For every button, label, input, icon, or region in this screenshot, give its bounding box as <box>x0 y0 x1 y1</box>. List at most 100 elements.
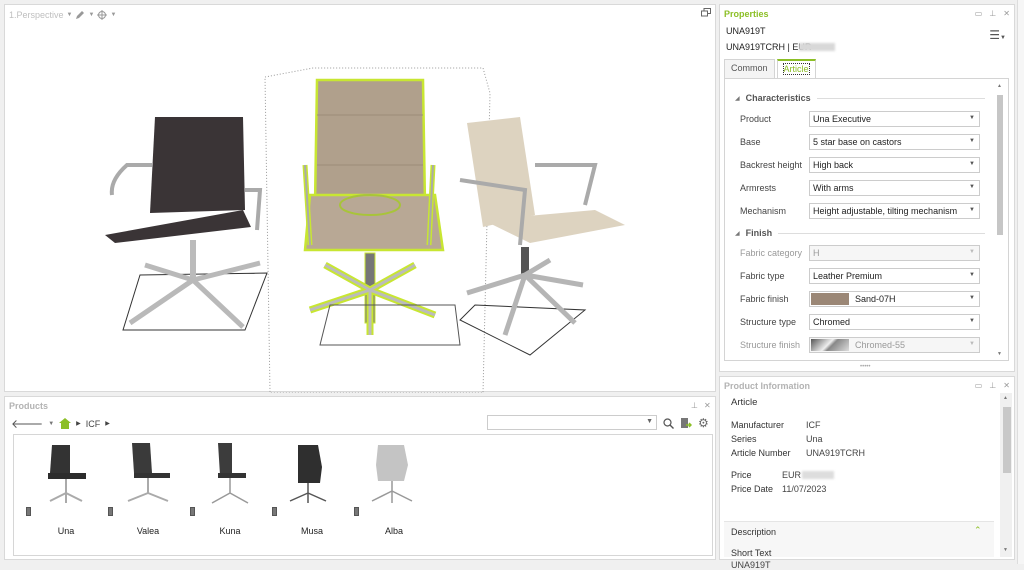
property-row-structure-type: Structure type Chromed ▼ <box>740 314 980 330</box>
search-icon[interactable] <box>663 417 674 429</box>
product-item[interactable]: Una <box>26 439 106 544</box>
property-row-structure-finish: Structure finish Chromed-55 ▼ <box>740 337 980 353</box>
close-icon[interactable]: ✕ <box>1003 9 1010 18</box>
maximize-icon[interactable]: ▭ <box>975 9 983 18</box>
price-date-label: Price Date <box>731 484 774 494</box>
product-information-body: Article Manufacturer ICF Series Una Arti… <box>724 393 1012 570</box>
hamburger-menu-icon[interactable]: ☰▼ <box>989 28 1006 42</box>
description-section: Description ⌃ Short Text <box>724 521 994 558</box>
property-row-backrest: Backrest height High back ▼ <box>740 157 980 173</box>
product-label: Kuna <box>219 526 241 536</box>
catalog-book-icon <box>190 507 195 516</box>
splitter-handle[interactable]: ••••• <box>860 364 871 370</box>
chevron-down-icon: ▼ <box>969 138 975 144</box>
product-information-panel: Product Information ▭ ⊥ ✕ Article Manufa… <box>719 376 1015 570</box>
armrests-select[interactable]: With arms ▼ <box>809 180 980 196</box>
product-item[interactable]: Alba <box>354 439 434 544</box>
close-icon[interactable]: ✕ <box>704 401 711 410</box>
property-row-product: Product Una Executive ▼ <box>740 111 980 127</box>
collapse-triangle-icon: ◢ <box>735 95 740 102</box>
breadcrumb-separator-icon[interactable]: ▶ <box>105 420 110 427</box>
property-row-base: Base 5 star base on castors ▼ <box>740 134 980 150</box>
section-characteristics[interactable]: ◢ Characteristics <box>735 93 985 103</box>
tab-article[interactable]: Article <box>776 59 816 78</box>
products-panel: Products ⊥ ✕ 🡐 ▼ ▶ ICF ▶ ▼ ⚙ Una Valea K… <box>4 396 716 560</box>
breadcrumb: 🡐 ▼ ▶ ICF ▶ <box>11 416 110 431</box>
catalog-book-icon <box>354 507 359 516</box>
pin-icon[interactable]: ⊥ <box>989 9 996 18</box>
properties-scrollbar[interactable]: ▲ ▼ <box>997 83 1003 357</box>
chevron-down-icon[interactable]: ▼ <box>646 418 653 425</box>
back-arrow-icon[interactable]: 🡐 <box>11 416 43 431</box>
close-icon[interactable]: ✕ <box>1003 381 1010 390</box>
chevron-up-icon[interactable]: ⌃ <box>974 525 982 536</box>
price-redacted <box>802 471 834 479</box>
chevron-down-icon: ▼ <box>969 161 975 167</box>
home-icon[interactable] <box>59 418 72 429</box>
pin-icon[interactable]: ⊥ <box>989 381 996 390</box>
mechanism-select[interactable]: Height adjustable, tilting mechanism ▼ <box>809 203 980 219</box>
product-label: Alba <box>384 526 403 536</box>
chair-selected[interactable] <box>302 78 461 346</box>
property-row-fabric-finish: Fabric finish Sand-07H ▼ <box>740 291 980 307</box>
chevron-down-icon[interactable]: ▼ <box>48 421 54 427</box>
pin-icon[interactable]: ⊥ <box>691 401 698 410</box>
collapse-triangle-icon: ◢ <box>735 230 740 237</box>
chevron-down-icon: ▼ <box>969 341 975 347</box>
scroll-down-icon: ▼ <box>1003 547 1008 553</box>
base-select[interactable]: 5 star base on castors ▼ <box>809 134 980 150</box>
short-text-value: UNA919T <box>731 560 771 570</box>
description-header[interactable]: Description <box>731 527 776 537</box>
chevron-down-icon: ▼ <box>969 272 975 278</box>
property-row-mechanism: Mechanism Height adjustable, tilting mech… <box>740 203 980 219</box>
chair-left[interactable] <box>105 117 268 331</box>
breadcrumb-item[interactable]: ICF <box>86 419 101 429</box>
product-thumbnails: Una Valea Kuna Musa Alba <box>13 434 713 556</box>
scroll-up-icon: ▲ <box>997 83 1002 89</box>
field-label: Series <box>731 434 757 444</box>
chevron-down-icon: ▼ <box>969 184 975 190</box>
field-value: UNA919TCRH <box>806 448 866 458</box>
gear-icon[interactable]: ⚙ <box>698 416 709 430</box>
chevron-down-icon: ▼ <box>969 115 975 121</box>
product-label: Una <box>57 526 75 536</box>
catalog-book-icon <box>26 507 31 516</box>
chevron-down-icon: ▼ <box>969 207 975 213</box>
properties-title: Properties <box>724 9 769 19</box>
section-finish[interactable]: ◢ Finish <box>735 228 985 238</box>
scroll-up-icon: ▲ <box>1003 395 1008 401</box>
property-row-fabric-category: Fabric category H ▼ <box>740 245 980 261</box>
product-label: Musa <box>300 526 323 536</box>
product-label: Valea <box>136 526 160 536</box>
chevron-down-icon: ▼ <box>969 318 975 324</box>
field-label: Manufacturer <box>731 420 785 430</box>
product-select[interactable]: Una Executive ▼ <box>809 111 980 127</box>
product-item[interactable]: Valea <box>108 439 188 544</box>
product-item[interactable]: Kuna <box>190 439 270 544</box>
catalog-book-icon <box>272 507 277 516</box>
product-item[interactable]: Musa <box>272 439 352 544</box>
property-row-fabric-type: Fabric type Leather Premium ▼ <box>740 268 980 284</box>
properties-panel: Properties ▭ ⊥ ✕ UNA919T UNA919TCRH | EU… <box>719 4 1015 372</box>
maximize-icon[interactable]: ▭ <box>975 381 983 390</box>
fabric-type-select[interactable]: Leather Premium ▼ <box>809 268 980 284</box>
properties-grid: ◢ Characteristics Product Una Executive ▼ B… <box>724 78 1009 361</box>
scene <box>105 67 625 393</box>
product-info-scrollbar[interactable]: ▲ ▼ <box>1000 393 1012 557</box>
price-date-value: 11/07/2023 <box>782 484 827 494</box>
structure-type-select[interactable]: Chromed ▼ <box>809 314 980 330</box>
chevron-down-icon: ▼ <box>969 295 975 301</box>
tab-common[interactable]: Common <box>724 59 775 78</box>
3d-viewport[interactable]: 1.Perspective ▼ ▼ ▼ <box>4 4 716 393</box>
backrest-select[interactable]: High back ▼ <box>809 157 980 173</box>
price-label: Price <box>731 470 752 480</box>
property-row-armrests: Armrests With arms ▼ <box>740 180 980 196</box>
fabric-swatch <box>811 292 849 305</box>
structure-finish-select: Chromed-55 ▼ <box>809 337 980 353</box>
import-catalog-icon[interactable] <box>680 417 692 429</box>
chrome-swatch <box>811 338 849 351</box>
products-title: Products <box>9 401 49 411</box>
fabric-finish-select[interactable]: Sand-07H ▼ <box>809 291 980 307</box>
product-information-title: Product Information <box>724 381 810 391</box>
products-search-input[interactable]: ▼ <box>487 415 657 430</box>
